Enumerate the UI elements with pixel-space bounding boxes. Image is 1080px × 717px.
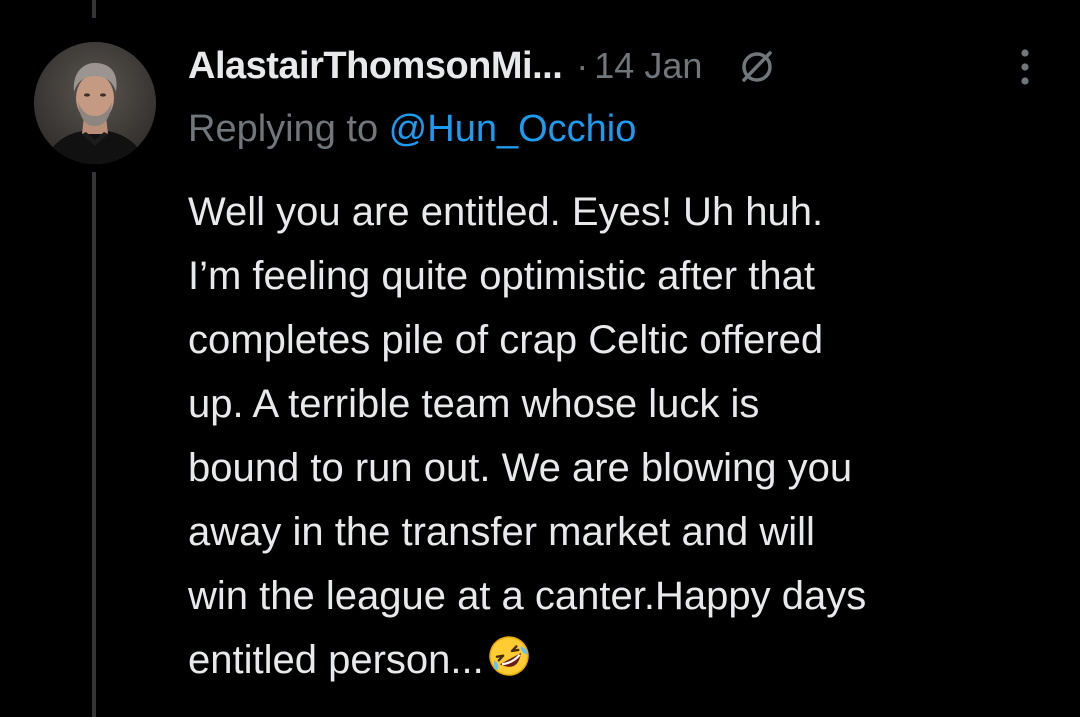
tweet-text-line: win the league at a canter.Happy days: [188, 574, 867, 618]
slashed-circle-icon: [732, 41, 782, 91]
tweet-text-line: up. A terrible team whose luck is: [188, 382, 760, 426]
header-separator: ·: [576, 45, 589, 86]
more-vertical-icon[interactable]: [1000, 42, 1050, 92]
tweet-text-line: Well you are entitled. Eyes! Uh huh.: [188, 190, 824, 234]
tweet-text-line: I’m feeling quite optimistic after that: [188, 254, 815, 298]
tweet-date[interactable]: 14 Jan: [594, 45, 702, 87]
tweet-text-line: completes pile of crap Celtic offered: [188, 318, 824, 362]
author-display-name[interactable]: AlastairThomsonMi...: [188, 45, 563, 88]
tweet-header: AlastairThomsonMi... · 14 Jan: [188, 38, 1050, 94]
replying-to: Replying to @Hun_Occhio: [188, 108, 636, 151]
thread-line-bottom: [92, 172, 96, 717]
avatar[interactable]: [34, 42, 156, 164]
replying-to-prefix: Replying to: [188, 108, 389, 150]
thread-line-top: [92, 0, 96, 18]
tweet-text-line: entitled person...: [188, 638, 484, 682]
replying-to-handle[interactable]: @Hun_Occhio: [389, 108, 637, 150]
tweet-text-last-line: entitled person...: [188, 628, 1048, 692]
tweet-text-line: away in the transfer market and will: [188, 510, 815, 554]
rolling-on-floor-laughing-emoji: [486, 633, 532, 679]
tweet-text: Well you are entitled. Eyes! Uh huh. I’m…: [188, 180, 1048, 692]
tweet-text-line: bound to run out. We are blowing you: [188, 446, 853, 490]
